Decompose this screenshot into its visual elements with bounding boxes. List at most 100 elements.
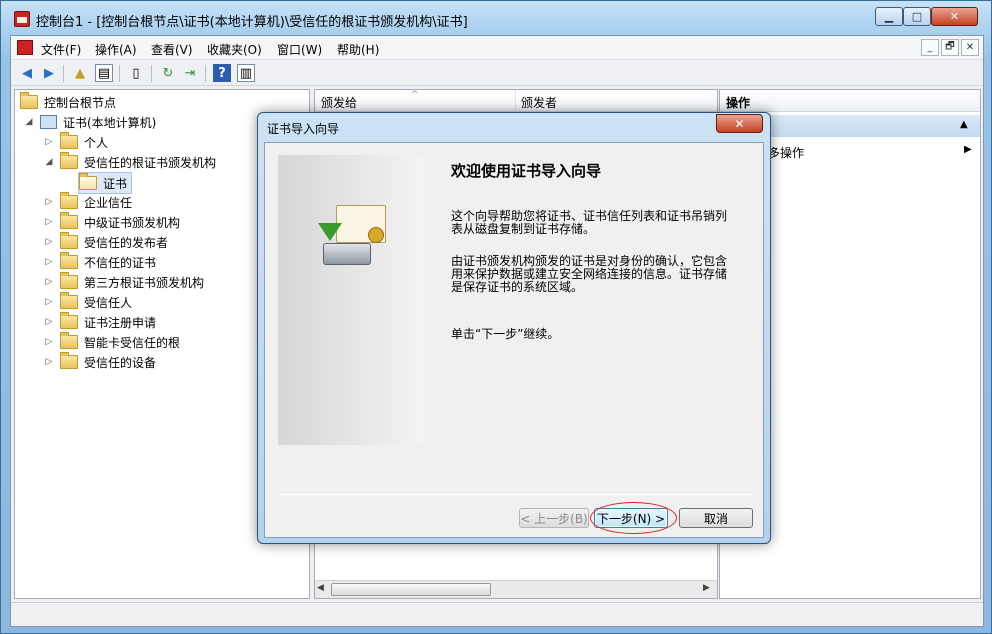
minimize-button[interactable]: ▁ [875,7,903,26]
expand-arrow-icon[interactable]: ▷ [44,137,54,147]
cert-import-wizard-dialog: 证书导入向导 ✕ 欢迎使用证书导入向导 这个向导帮助您将证书、证书信任列表和证书… [257,112,771,544]
tree-item-trusted-people[interactable]: ▷ 受信任人 [44,292,132,312]
sort-indicator-icon: ^ [411,90,419,100]
cancel-button[interactable]: 取消 [679,508,753,528]
menu-action[interactable]: 操作(A) [95,41,137,58]
actions-header-label: 操作 [726,96,751,110]
tree-item-computer[interactable]: ◢ 证书(本地计算机) [24,112,156,132]
more-actions-item[interactable]: 多操作 [768,144,804,161]
up-folder-icon[interactable]: ▲ [71,64,89,82]
menu-help[interactable]: 帮助(H) [337,41,379,58]
back-button[interactable]: < 上一步(B) [519,508,589,528]
show-hide-action-pane-icon[interactable]: ▥ [237,64,255,82]
certificate-import-icon [318,205,388,271]
expand-arrow-icon[interactable]: ▷ [44,317,54,327]
tree-item-label: 证书 [103,176,128,191]
tree-item-trusted-root[interactable]: ◢ 受信任的根证书颁发机构 [44,152,216,172]
list-header: 颁发给 ^ 颁发者 [315,90,717,112]
tree-item-label: 中级证书颁发机构 [84,215,181,230]
mdi-restore-button[interactable]: 🗗 [941,39,959,56]
expand-arrow-icon[interactable]: ▷ [44,197,54,207]
wizard-description-1: 这个向导帮助您将证书、证书信任列表和证书吊销列表从磁盘复制到证书存储。 [451,209,728,236]
collapse-arrow-icon[interactable]: ◢ [44,157,54,167]
refresh-icon[interactable]: ↻ [159,64,177,82]
mdi-minimize-button[interactable]: _ [921,39,939,56]
toolbar-separator [151,65,152,82]
tree-item-trusted-publishers[interactable]: ▷ 受信任的发布者 [44,232,168,252]
tree-item-intermediate-ca[interactable]: ▷ 中级证书颁发机构 [44,212,180,232]
column-issued-by[interactable]: 颁发者 [521,94,557,111]
folder-icon [60,332,78,349]
expand-arrow-icon[interactable]: ▷ [44,237,54,247]
collapse-arrow-icon[interactable]: ◢ [24,117,34,127]
toolbar: ◀ ▶ ▲ ▤ ▯ ↻ ⇥ ? ▥ [11,61,983,86]
tree-item-third-party-root[interactable]: ▷ 第三方根证书颁发机构 [44,272,204,292]
menu-file[interactable]: 文件(F) [41,41,81,58]
folder-icon [60,232,78,249]
dialog-separator [278,494,752,495]
help-icon[interactable]: ? [213,64,231,82]
tree-item-smartcard-root[interactable]: ▷ 智能卡受信任的根 [44,332,180,352]
expand-arrow-icon[interactable]: ▷ [44,217,54,227]
tree-item-label: 受信任的设备 [84,355,157,370]
column-issued-to[interactable]: 颁发给 [321,94,357,111]
show-hide-tree-icon[interactable]: ▤ [95,64,113,82]
close-button[interactable]: ✕ [931,7,978,26]
dialog-close-button[interactable]: ✕ [716,114,763,133]
expand-arrow-icon[interactable]: ▷ [44,297,54,307]
toolbar-separator [205,65,206,82]
folder-icon [60,192,78,209]
tree-item-label: 受信任的发布者 [84,235,169,250]
mmc-app-icon [14,11,30,27]
collapse-up-icon[interactable]: ▲ [960,119,968,130]
tree-item-personal[interactable]: ▷ 个人 [44,132,108,152]
wizard-continue-hint: 单击“下一步”继续。 [451,327,560,341]
actions-header: 操作 [720,90,980,112]
menu-view[interactable]: 查看(V) [151,41,193,58]
folder-icon [60,312,78,329]
horizontal-scrollbar[interactable]: ◀ ▶ [315,580,717,598]
mdi-close-button[interactable]: ✕ [961,39,979,56]
tree-root[interactable]: 控制台根节点 [20,92,116,112]
tree-item-label: 受信任人 [84,295,133,310]
toolbar-separator [63,65,64,82]
column-divider[interactable] [515,90,516,112]
expand-arrow-icon[interactable]: ▷ [44,277,54,287]
wizard-side-panel [278,155,424,445]
computer-cert-icon [40,115,57,129]
console-doc-icon[interactable] [17,40,33,55]
expand-arrow-icon[interactable]: ▷ [44,337,54,347]
tree-item-certificates[interactable]: 证书 [78,172,133,194]
folder-icon [60,352,78,369]
wizard-heading: 欢迎使用证书导入向导 [451,162,602,180]
tree-item-label: 智能卡受信任的根 [84,335,181,350]
tree-item-label: 受信任的根证书颁发机构 [84,155,217,170]
forward-arrow-icon[interactable]: ▶ [40,64,58,82]
export-list-icon[interactable]: ⇥ [181,64,199,82]
folder-icon [60,252,78,269]
maximize-button[interactable]: □ [903,7,931,26]
menu-favorites[interactable]: 收藏夹(O) [207,41,262,58]
back-arrow-icon[interactable]: ◀ [18,64,36,82]
folder-icon [60,152,78,169]
tree-item-enrollment-requests[interactable]: ▷ 证书注册申请 [44,312,156,332]
menu-bar: 文件(F) 操作(A) 查看(V) 收藏夹(O) 窗口(W) 帮助(H) _ 🗗… [11,36,983,60]
scroll-thumb[interactable] [331,583,491,596]
properties-icon[interactable]: ▯ [127,64,145,82]
scroll-right-icon[interactable]: ▶ [703,583,710,593]
expand-arrow-icon[interactable]: ▷ [44,257,54,267]
open-folder-icon [79,173,97,190]
wizard-description-2: 由证书颁发机构颁发的证书是对身份的确认，它包含用来保护数据或建立安全网络连接的信… [451,254,728,294]
menu-window[interactable]: 窗口(W) [277,41,322,58]
title-bar[interactable]: 控制台1 - [控制台根节点\证书(本地计算机)\受信任的根证书颁发机构\证书]… [1,1,992,35]
tree-item-enterprise-trust[interactable]: ▷ 企业信任 [44,192,132,212]
dialog-body: 欢迎使用证书导入向导 这个向导帮助您将证书、证书信任列表和证书吊销列表从磁盘复制… [264,142,764,538]
expand-arrow-icon[interactable]: ▷ [44,357,54,367]
next-button-highlight-annotation [590,502,677,534]
tree-item-label: 个人 [84,135,109,150]
tree-item-trusted-devices[interactable]: ▷ 受信任的设备 [44,352,156,372]
scroll-left-icon[interactable]: ◀ [317,583,324,593]
folder-icon [60,132,78,149]
toolbar-separator [119,65,120,82]
tree-item-untrusted[interactable]: ▷ 不信任的证书 [44,252,156,272]
